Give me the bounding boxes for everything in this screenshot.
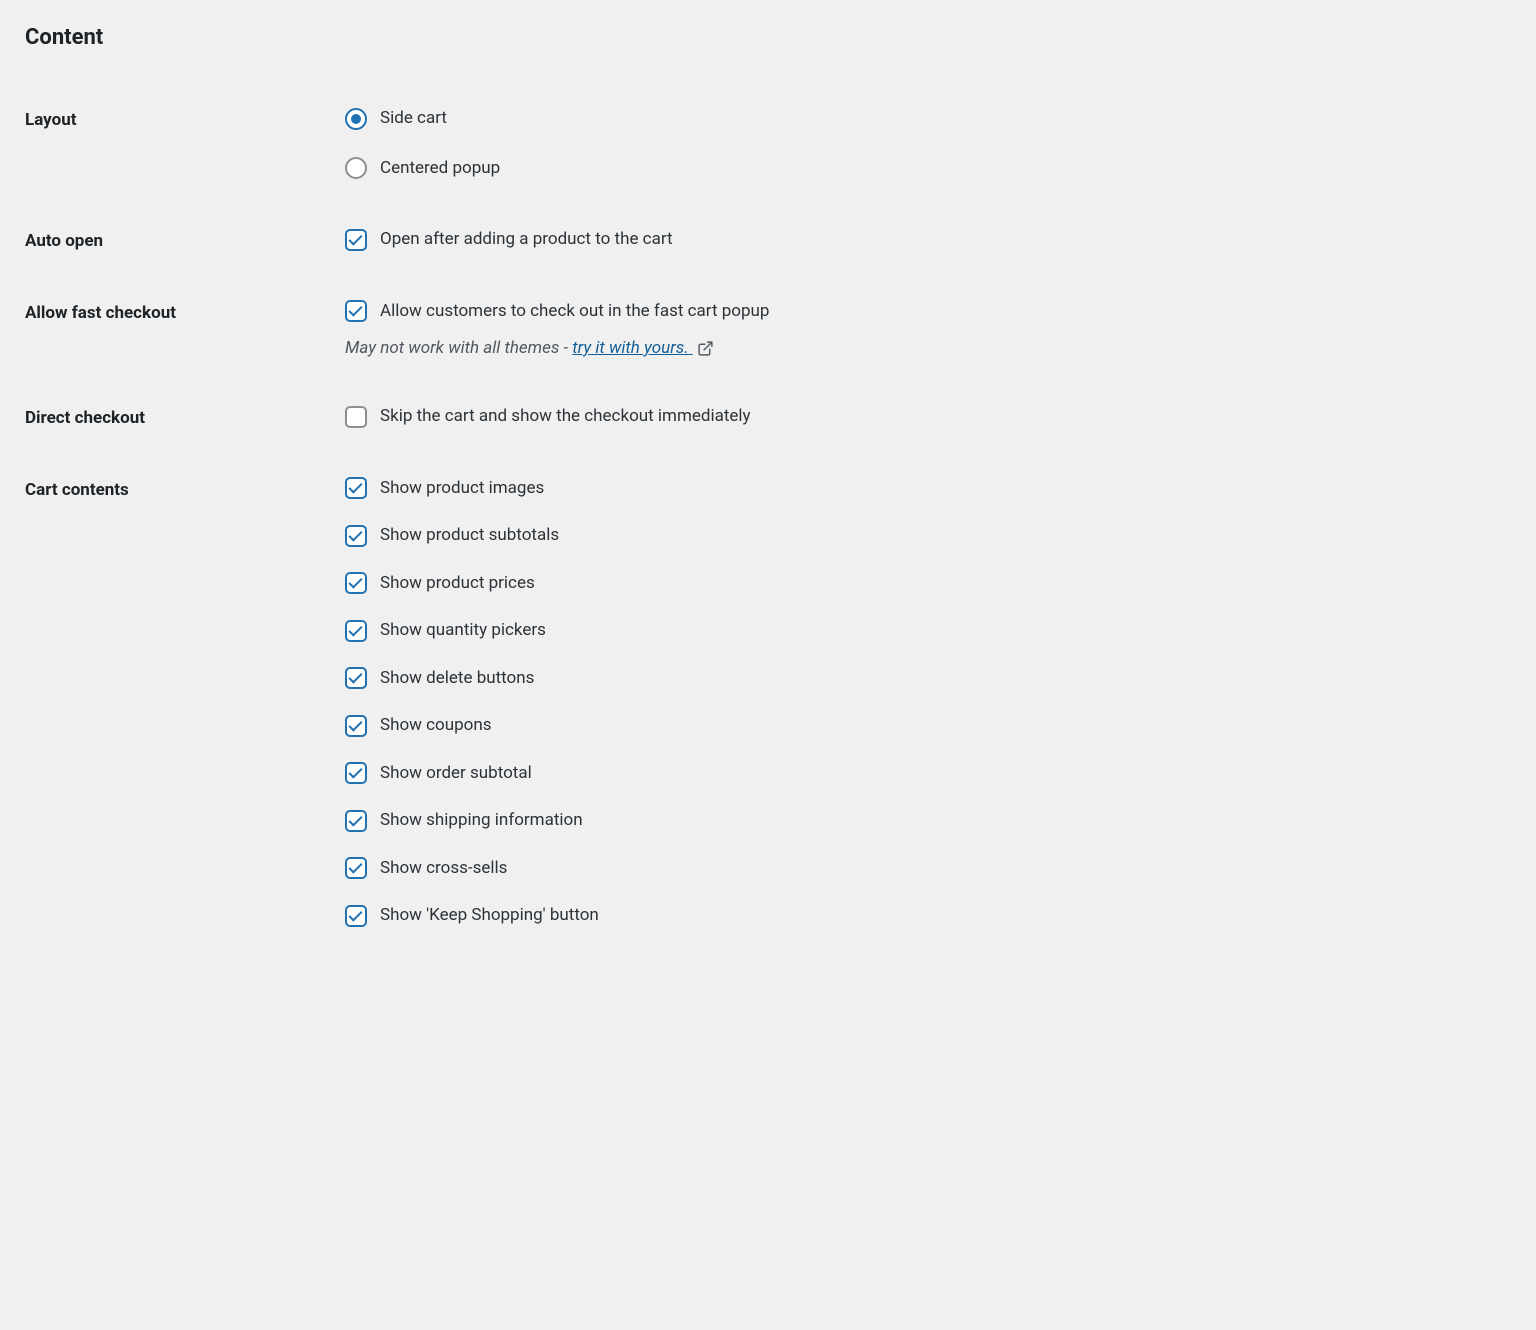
description-allow-fast-checkout: May not work with all themes - try it wi…	[345, 338, 1501, 358]
checkbox-label-allow-fast-checkout: Allow customers to check out in the fast…	[380, 299, 769, 325]
checkbox-cart-contents-4[interactable]	[345, 667, 367, 689]
checkbox-option-cart-contents-2[interactable]: Show product prices	[345, 571, 1501, 597]
radio-label-centered-popup: Centered popup	[380, 156, 500, 182]
checkbox-label-cart-contents-3: Show quantity pickers	[380, 618, 546, 644]
cart-contents-list: Show product images Show product subtotal…	[345, 455, 1511, 954]
checkbox-cart-contents-0[interactable]	[345, 477, 367, 499]
row-label-layout: Layout	[25, 85, 345, 206]
checkbox-label-auto-open: Open after adding a product to the cart	[380, 227, 673, 253]
checkbox-cart-contents-3[interactable]	[345, 620, 367, 642]
checkbox-option-cart-contents-9[interactable]: Show 'Keep Shopping' button	[345, 903, 1501, 929]
checkbox-cart-contents-1[interactable]	[345, 525, 367, 547]
radio-centered-popup[interactable]	[345, 157, 367, 179]
checkbox-option-cart-contents-8[interactable]: Show cross-sells	[345, 856, 1501, 882]
checkbox-cart-contents-6[interactable]	[345, 762, 367, 784]
checkbox-option-direct-checkout[interactable]: Skip the cart and show the checkout imme…	[345, 404, 1501, 430]
checkbox-option-cart-contents-1[interactable]: Show product subtotals	[345, 523, 1501, 549]
checkbox-label-cart-contents-7: Show shipping information	[380, 808, 583, 834]
radio-label-side-cart: Side cart	[380, 106, 447, 132]
description-link-try-it[interactable]: try it with yours.	[572, 338, 714, 358]
row-auto-open: Auto open Open after adding a product to…	[25, 206, 1511, 278]
checkbox-cart-contents-5[interactable]	[345, 715, 367, 737]
checkbox-label-cart-contents-4: Show delete buttons	[380, 666, 534, 692]
settings-section-content: Content Layout Side cart Centered popup	[0, 0, 1536, 994]
radio-option-side-cart[interactable]: Side cart	[345, 106, 1501, 132]
checkbox-option-cart-contents-4[interactable]: Show delete buttons	[345, 666, 1501, 692]
checkbox-label-cart-contents-1: Show product subtotals	[380, 523, 559, 549]
checkbox-auto-open[interactable]	[345, 229, 367, 251]
checkbox-direct-checkout[interactable]	[345, 406, 367, 428]
checkbox-option-cart-contents-7[interactable]: Show shipping information	[345, 808, 1501, 834]
checkbox-label-cart-contents-5: Show coupons	[380, 713, 492, 739]
row-allow-fast-checkout: Allow fast checkout Allow customers to c…	[25, 278, 1511, 384]
external-link-icon	[697, 340, 714, 357]
section-title: Content	[25, 25, 1511, 50]
row-label-allow-fast-checkout: Allow fast checkout	[25, 278, 345, 384]
checkbox-option-cart-contents-5[interactable]: Show coupons	[345, 713, 1501, 739]
checkbox-cart-contents-7[interactable]	[345, 810, 367, 832]
checkbox-cart-contents-9[interactable]	[345, 905, 367, 927]
checkbox-option-cart-contents-3[interactable]: Show quantity pickers	[345, 618, 1501, 644]
row-label-direct-checkout: Direct checkout	[25, 383, 345, 455]
checkbox-cart-contents-2[interactable]	[345, 572, 367, 594]
row-label-cart-contents: Cart contents	[25, 455, 345, 954]
checkbox-allow-fast-checkout[interactable]	[345, 300, 367, 322]
checkbox-label-cart-contents-2: Show product prices	[380, 571, 535, 597]
checkbox-label-direct-checkout: Skip the cart and show the checkout imme…	[380, 404, 751, 430]
form-table: Layout Side cart Centered popup Auto ope…	[25, 85, 1511, 954]
row-layout: Layout Side cart Centered popup	[25, 85, 1511, 206]
radio-side-cart[interactable]	[345, 108, 367, 130]
checkbox-cart-contents-8[interactable]	[345, 857, 367, 879]
checkbox-label-cart-contents-8: Show cross-sells	[380, 856, 507, 882]
checkbox-option-cart-contents-0[interactable]: Show product images	[345, 476, 1501, 502]
checkbox-option-allow-fast-checkout[interactable]: Allow customers to check out in the fast…	[345, 299, 1501, 325]
row-label-auto-open: Auto open	[25, 206, 345, 278]
row-cart-contents: Cart contents Show product imagesShow pr…	[25, 455, 1511, 954]
row-direct-checkout: Direct checkout Skip the cart and show t…	[25, 383, 1511, 455]
checkbox-label-cart-contents-9: Show 'Keep Shopping' button	[380, 903, 599, 929]
checkbox-option-auto-open[interactable]: Open after adding a product to the cart	[345, 227, 1501, 253]
radio-option-centered-popup[interactable]: Centered popup	[345, 156, 1501, 182]
checkbox-label-cart-contents-6: Show order subtotal	[380, 761, 532, 787]
checkbox-option-cart-contents-6[interactable]: Show order subtotal	[345, 761, 1501, 787]
checkbox-label-cart-contents-0: Show product images	[380, 476, 544, 502]
description-text: May not work with all themes -	[345, 338, 572, 358]
